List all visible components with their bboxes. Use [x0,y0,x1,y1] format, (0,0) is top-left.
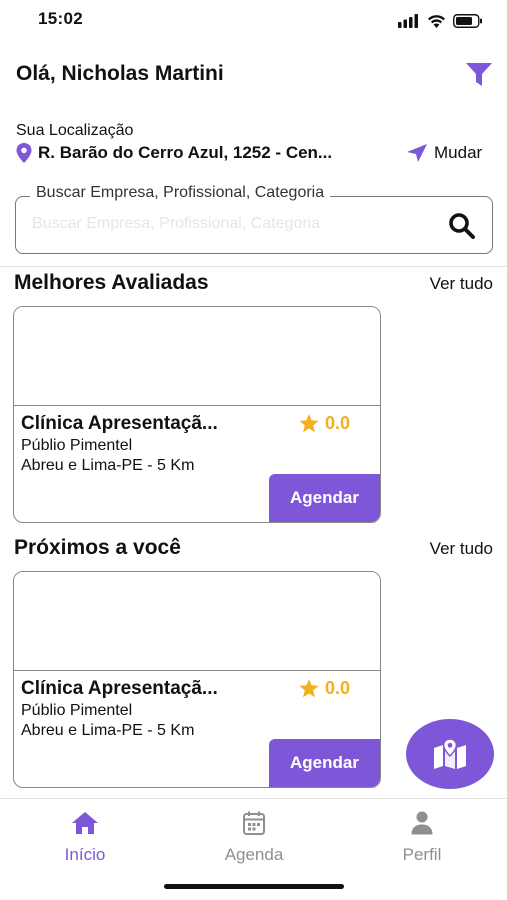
see-all-nearby-link[interactable]: Ver tudo [430,539,493,559]
business-card[interactable]: Clínica Apresentaçã... 0.0 Públio Piment… [13,571,381,788]
see-all-top-rated-link[interactable]: Ver tudo [430,274,493,294]
map-view-button[interactable] [406,719,494,789]
professional-name: Públio Pimentel [21,437,133,454]
wifi-icon [428,15,445,28]
tab-profile-label: Perfil [402,845,442,864]
status-icons [398,14,483,28]
business-address: Abreu e Lima-PE - 5 Km [21,722,195,739]
business-card[interactable]: Clínica Apresentaçã... 0.0 Públio Piment… [13,306,381,523]
schedule-button[interactable]: Agendar [269,739,380,787]
tab-schedule-label: Agenda [224,845,284,864]
change-location-label: Mudar [434,143,483,162]
battery-icon [453,14,482,28]
user-icon [411,811,433,835]
tab-home-label: Início [64,845,106,864]
location-label: Sua Localização [16,122,134,139]
business-name: Clínica Apresentaçã... [21,413,218,434]
map-icon [434,739,466,769]
section-title-top-rated: Melhores Avaliadas [14,271,209,294]
search-legend: Buscar Empresa, Profissional, Categoria [30,184,331,202]
schedule-button[interactable]: Agendar [269,474,380,522]
business-name: Clínica Apresentaçã... [21,678,218,699]
business-image [14,572,380,671]
professional-name: Públio Pimentel [21,702,133,719]
section-title-nearby: Próximos a você [14,536,181,559]
home-icon [72,812,98,834]
rating-value: 0.0 [325,678,351,698]
home-indicator [164,884,344,889]
business-image [14,307,380,406]
business-rating: 0.0 [299,678,350,699]
status-time: 15:02 [38,9,83,28]
change-location-button[interactable]: Mudar [406,142,482,164]
tab-schedule[interactable]: Agenda [194,811,314,865]
star-icon [299,414,319,433]
tab-home[interactable]: Início [25,811,145,865]
status-bar: 15:02 [0,0,507,40]
filter-icon[interactable] [465,62,493,88]
location-pin-icon [16,143,32,163]
tab-profile[interactable]: Perfil [362,811,482,865]
header-divider [0,266,507,267]
search-icon[interactable] [448,213,478,239]
business-rating: 0.0 [299,413,350,434]
business-address: Abreu e Lima-PE - 5 Km [21,457,195,474]
search-input[interactable] [32,215,432,233]
navigation-arrow-icon [407,144,427,162]
star-icon [299,679,319,698]
location-address: R. Barão do Cerro Azul, 1252 - Cen... [38,143,333,162]
calendar-icon [243,811,265,835]
signal-icon [398,14,418,28]
rating-value: 0.0 [325,413,351,433]
location-row: R. Barão do Cerro Azul, 1252 - Cen... Mu… [14,142,494,164]
search-box: Buscar Empresa, Profissional, Categoria [15,184,493,254]
greeting-title: Olá, Nicholas Martini [16,62,224,85]
